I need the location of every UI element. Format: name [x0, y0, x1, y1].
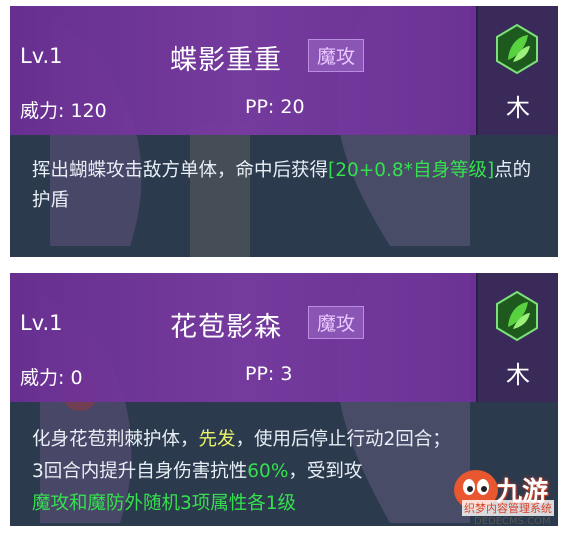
- wood-element-hex-icon: [496, 291, 538, 341]
- skill-power: 威力: 0: [20, 367, 83, 389]
- skill-name: 蝶影重重: [170, 45, 282, 76]
- skill-type-tag: 魔攻: [308, 306, 365, 339]
- element-label: 木: [506, 94, 530, 122]
- watermark-line1: 织梦内容管理系统: [462, 500, 554, 516]
- skill-type-tag: 魔攻: [308, 39, 365, 72]
- skill-pp: PP: 3: [245, 363, 293, 385]
- watermark-line2: DEDECMS.COM: [474, 516, 551, 527]
- element-panel: 木: [476, 273, 558, 402]
- skill-name: 花苞影森: [170, 312, 282, 343]
- skill-level: Lv.1: [20, 311, 63, 335]
- skill-power: 威力: 120: [20, 100, 107, 122]
- element-panel: 木: [476, 6, 558, 135]
- skill-pp: PP: 20: [245, 96, 305, 118]
- skill-level: Lv.1: [20, 44, 63, 68]
- skill-description: 挥出蝴蝶攻击敌方单体，命中后获得[20+0.8*自身等级]点的护盾: [32, 160, 532, 211]
- element-label: 木: [506, 361, 530, 389]
- wood-element-hex-icon: [496, 24, 538, 74]
- skill-card-1[interactable]: Lv.1 蝶影重重 魔攻 威力: 120 PP: 20 木 挥出蝴蝶攻击敌方单体…: [10, 6, 558, 257]
